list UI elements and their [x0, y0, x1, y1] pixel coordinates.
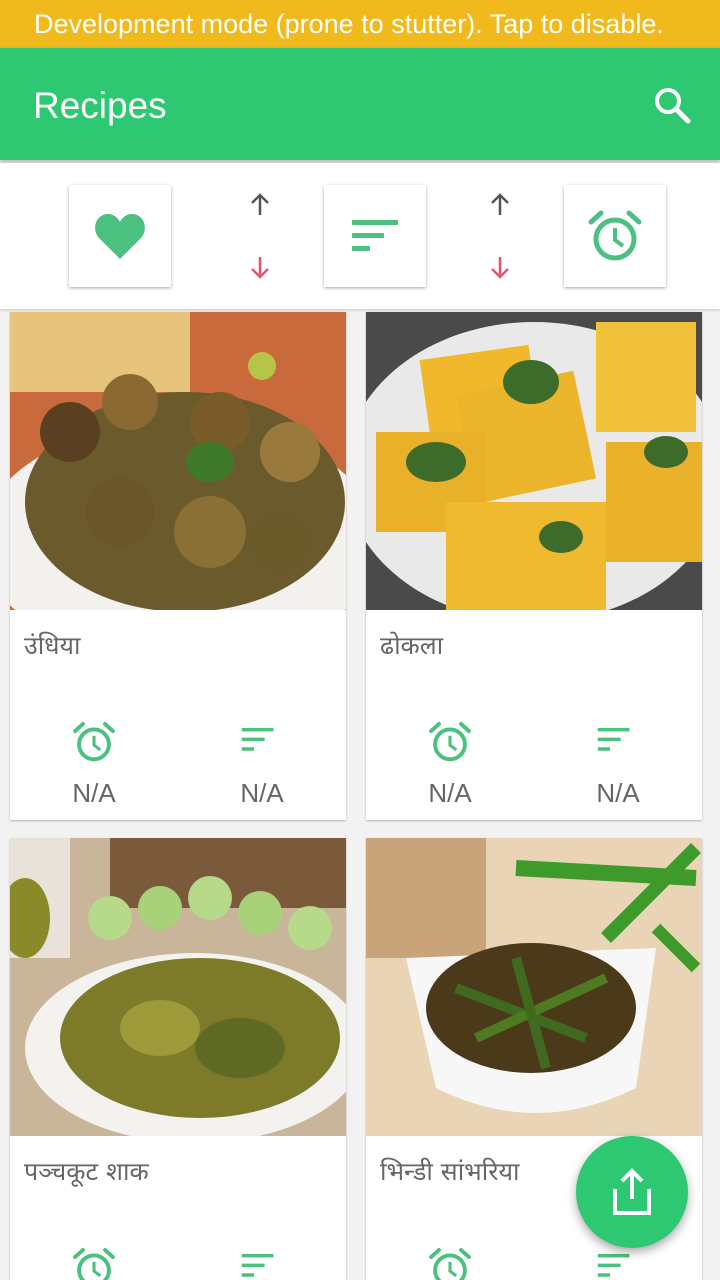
sort-order-toggle-1[interactable]	[240, 189, 280, 285]
recipe-name: उंधिया	[24, 631, 81, 660]
recipe-image	[10, 838, 346, 1136]
recipe-difficulty: N/A	[596, 778, 640, 808]
alarm-clock-icon	[429, 721, 471, 762]
search-button[interactable]	[648, 81, 696, 129]
recipe-time: N/A	[72, 778, 116, 808]
recipe-name: भिन्डी सांभरिया	[380, 1157, 520, 1186]
favorites-filter-button[interactable]	[69, 185, 171, 287]
recipe-name: ढोकला	[380, 631, 444, 660]
sort-icon	[241, 727, 274, 751]
recipe-name: पञ्चकूट शाक	[24, 1157, 149, 1186]
alarm-clock-icon	[429, 1247, 471, 1280]
alarm-clock-icon	[73, 721, 115, 762]
page-title: Recipes	[33, 85, 167, 126]
search-icon	[655, 88, 691, 124]
filter-bar	[0, 163, 720, 309]
recipe-image	[366, 838, 702, 1136]
recipe-card[interactable]: पञ्चकूट शाक	[10, 838, 346, 1280]
share-icon	[613, 1168, 651, 1215]
time-sort-button[interactable]	[564, 185, 666, 287]
arrow-down-icon	[251, 257, 269, 279]
sort-order-toggle-2[interactable]	[480, 189, 520, 285]
sort-icon	[241, 1253, 274, 1277]
sort-icon	[597, 727, 630, 751]
recipe-image	[366, 312, 702, 610]
heart-icon	[95, 214, 145, 259]
share-fab-button[interactable]	[576, 1136, 688, 1248]
recipe-image	[10, 312, 346, 610]
alarm-clock-icon	[588, 210, 642, 261]
arrow-up-icon	[491, 193, 509, 215]
difficulty-sort-button[interactable]	[324, 185, 426, 287]
recipe-difficulty: N/A	[240, 778, 284, 808]
sort-icon	[597, 1253, 630, 1277]
app-bar: Recipes	[0, 48, 720, 160]
sort-icon	[352, 220, 398, 251]
recipe-time: N/A	[428, 778, 472, 808]
dev-mode-banner[interactable]: Development mode (prone to stutter). Tap…	[0, 0, 720, 48]
arrow-up-icon	[251, 193, 269, 215]
recipe-card[interactable]: ढोकला N/A N/A	[366, 312, 702, 820]
recipe-card[interactable]: उंधिया N/A N/A	[10, 312, 346, 820]
arrow-down-icon	[491, 257, 509, 279]
alarm-clock-icon	[73, 1247, 115, 1280]
